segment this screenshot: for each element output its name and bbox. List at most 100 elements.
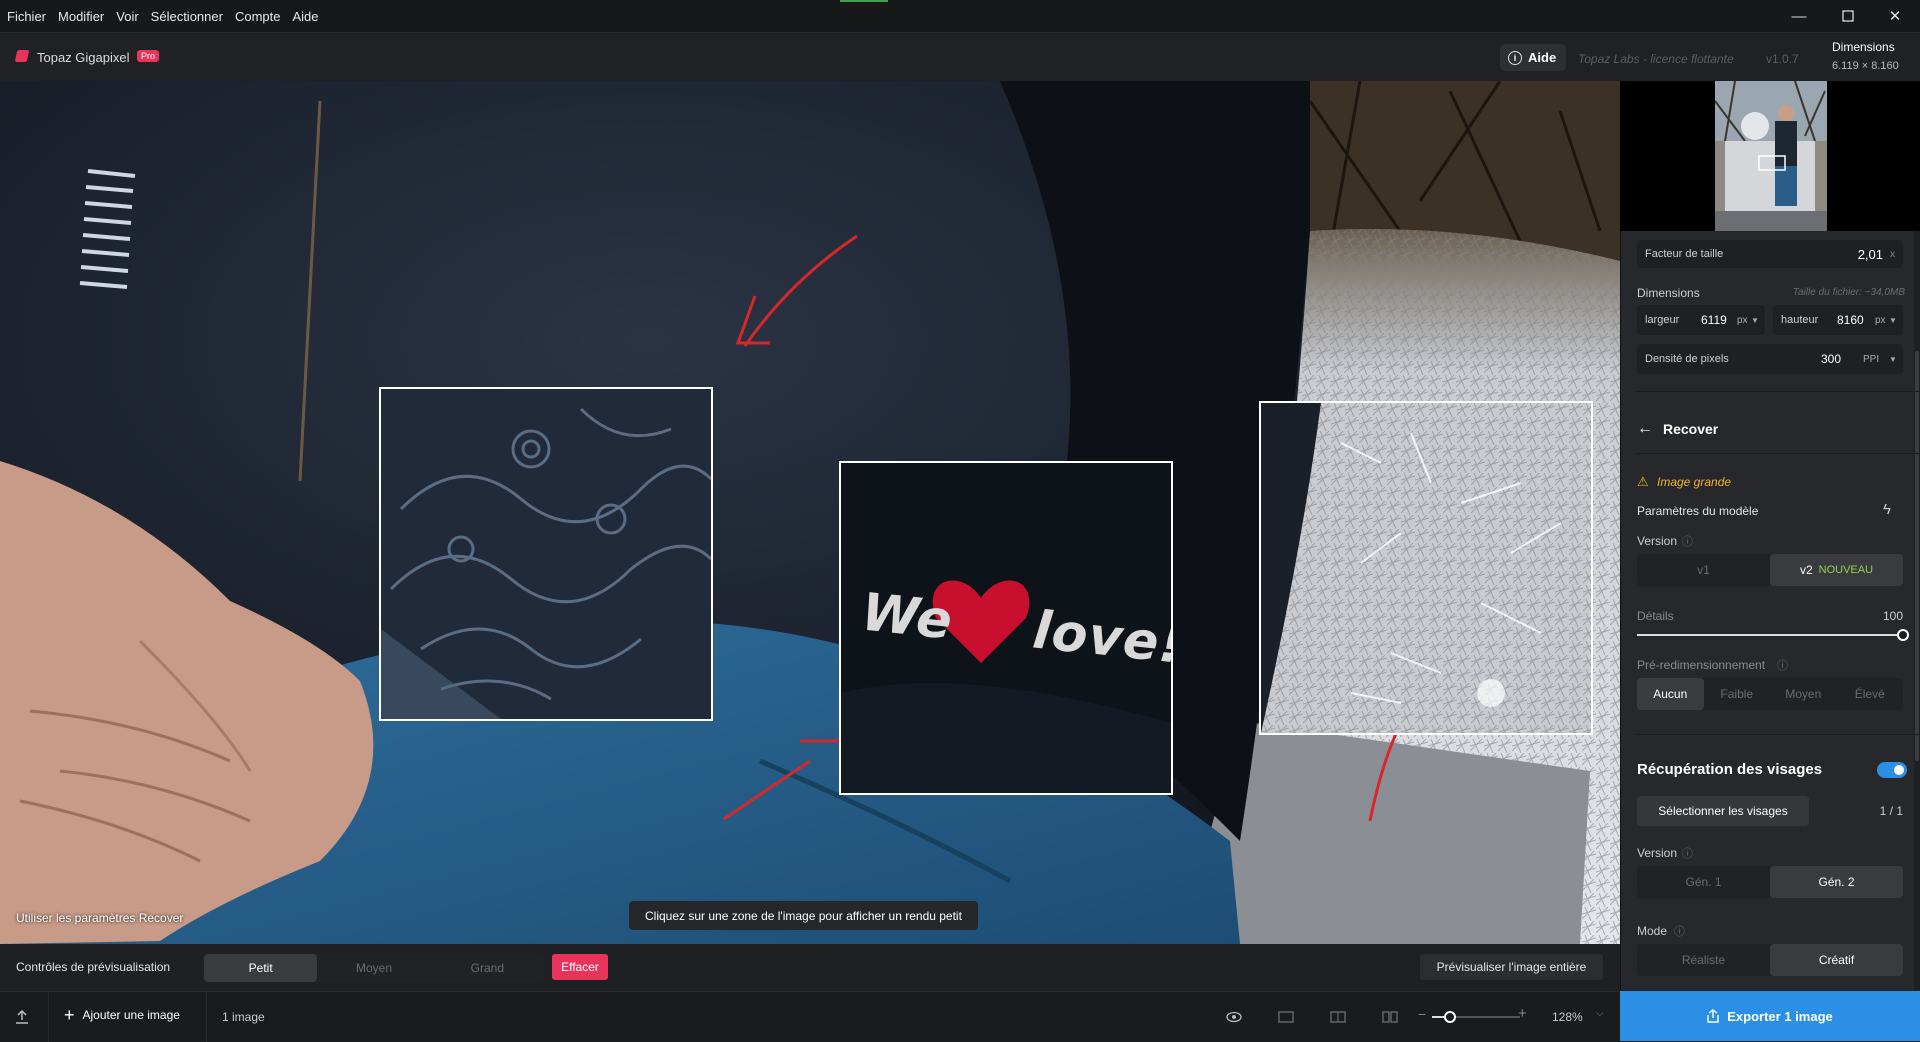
face-gen2[interactable]: Gén. 2: [1770, 866, 1903, 898]
version-v2[interactable]: v2 NOUVEAU: [1770, 554, 1903, 586]
width-value[interactable]: 6119: [1701, 313, 1727, 327]
topaz-logo-icon: [14, 50, 30, 62]
scale-factor-field[interactable]: Facteur de taille 2,01 x: [1637, 240, 1903, 268]
export-button[interactable]: Exporter 1 image: [1620, 991, 1920, 1041]
export-icon: [1707, 1009, 1719, 1023]
width-label: largeur: [1645, 314, 1680, 326]
close-icon[interactable]: ✕: [1872, 0, 1918, 32]
preresize-toggle: Aucun Faible Moyen Élevé: [1637, 678, 1903, 710]
version-v1[interactable]: v1: [1637, 554, 1770, 586]
model-params-label: Paramètres du modèle: [1637, 504, 1759, 518]
density-value[interactable]: 300: [1821, 352, 1841, 366]
export-label: Exporter 1 image: [1727, 1008, 1833, 1024]
select-faces-button[interactable]: Sélectionner les visages: [1637, 796, 1809, 826]
eye-icon[interactable]: [1222, 1007, 1246, 1027]
license-text: Topaz Labs - licence flottante: [1578, 52, 1734, 66]
tinsel-patch: [1261, 403, 1591, 733]
details-value: 100: [1882, 609, 1903, 623]
minimize-icon[interactable]: —: [1776, 0, 1822, 32]
recover-params-label[interactable]: Utiliser les paramètres Recover: [16, 911, 183, 925]
preview-size-grand[interactable]: Grand: [431, 954, 544, 982]
menu-aide[interactable]: Aide: [286, 9, 324, 24]
preview-whole-image-button[interactable]: Prévisualiser l'image entière: [1420, 954, 1603, 980]
navigator-thumbnail[interactable]: [1620, 81, 1920, 231]
height-value[interactable]: 8160: [1837, 313, 1864, 327]
face-version-info-icon[interactable]: ⓘ: [1682, 845, 1693, 861]
density-chevron-icon[interactable]: ▼: [1889, 355, 1897, 364]
width-unit[interactable]: px: [1737, 315, 1748, 326]
version-info-icon[interactable]: ⓘ: [1682, 533, 1693, 549]
clear-button[interactable]: Effacer: [552, 954, 608, 980]
menu-bar: Fichier Modifier Voir Sélectionner Compt…: [0, 0, 1920, 32]
model-version-toggle: v1 v2 NOUVEAU: [1637, 554, 1903, 586]
mode-info-icon[interactable]: ⓘ: [1674, 923, 1685, 939]
version-text: v1.0.7: [1766, 52, 1799, 66]
file-size: Taille du fichier: ~34,0MB: [1792, 287, 1905, 298]
preview-size-moyen[interactable]: Moyen: [317, 954, 430, 982]
warning-icon: ⚠: [1637, 474, 1649, 489]
zoom-in-icon[interactable]: +: [1518, 1005, 1527, 1022]
add-image-button[interactable]: + Ajouter une image: [64, 1006, 180, 1024]
separator: [1637, 734, 1920, 735]
mode-creatif[interactable]: Créatif: [1770, 944, 1903, 976]
width-unit-chevron-icon[interactable]: ▼: [1751, 316, 1759, 325]
new-badge: NOUVEAU: [1818, 564, 1874, 576]
maximize-icon[interactable]: [1825, 0, 1871, 32]
scale-value[interactable]: 2,01: [1858, 247, 1883, 262]
preview-patch-3[interactable]: [1259, 401, 1593, 735]
details-slider-handle[interactable]: [1897, 629, 1909, 641]
menu-fichier[interactable]: Fichier: [0, 9, 52, 24]
preview-patch-1[interactable]: [379, 387, 713, 721]
upload-icon[interactable]: [12, 1007, 32, 1027]
height-field[interactable]: hauteur 8160 px ▼: [1773, 305, 1903, 335]
details-slider-track[interactable]: [1637, 629, 1909, 641]
pro-badge: Pro: [137, 50, 160, 62]
zoom-level[interactable]: 128%: [1552, 1010, 1583, 1024]
dimensions-label: Dimensions: [1637, 286, 1700, 300]
version-label: Version: [1637, 534, 1678, 548]
thumbnail-image[interactable]: [1715, 81, 1827, 231]
activity-indicator: [840, 0, 888, 2]
preview-size-petit[interactable]: Petit: [204, 954, 318, 982]
split-view-icon[interactable]: [1326, 1007, 1350, 1027]
preresize-moyen[interactable]: Moyen: [1770, 678, 1837, 710]
menu-selectionner[interactable]: Sélectionner: [145, 9, 229, 24]
help-label: Aide: [1528, 50, 1557, 65]
preview-controls-bar: Contrôles de prévisualisation Petit Moye…: [0, 944, 1620, 991]
select-faces-label: Sélectionner les visages: [1658, 804, 1788, 818]
height-unit-chevron-icon[interactable]: ▼: [1889, 316, 1897, 325]
warning-text: Image grande: [1657, 475, 1732, 489]
height-unit[interactable]: px: [1875, 315, 1886, 326]
help-button[interactable]: i Aide: [1500, 44, 1566, 71]
preresize-eleve[interactable]: Élevé: [1837, 678, 1904, 710]
hint-text: Cliquez sur une zone de l'image pour aff…: [645, 908, 962, 923]
width-field[interactable]: largeur 6119 px ▼: [1637, 305, 1765, 335]
preresize-aucun[interactable]: Aucun: [1637, 678, 1704, 710]
single-view-icon[interactable]: [1274, 1007, 1298, 1027]
zoom-slider[interactable]: [1432, 1011, 1520, 1023]
zoom-slider-handle[interactable]: [1444, 1011, 1456, 1023]
menu-modifier[interactable]: Modifier: [52, 9, 110, 24]
version-v2-label: v2: [1799, 563, 1813, 577]
preview-patch-2[interactable]: We love!!: [839, 461, 1173, 795]
side-by-side-icon[interactable]: [1378, 1007, 1402, 1027]
lightning-icon[interactable]: ϟ: [1883, 501, 1891, 518]
preresize-info-icon[interactable]: ⓘ: [1777, 657, 1788, 673]
mode-realiste[interactable]: Réaliste: [1637, 944, 1770, 976]
zoom-chevron-down-icon[interactable]: ⌵: [1596, 1008, 1604, 1019]
menu-voir[interactable]: Voir: [110, 9, 144, 24]
face-gen1[interactable]: Gén. 1: [1637, 866, 1770, 898]
mode-toggle: Réaliste Créatif: [1637, 944, 1903, 976]
density-unit[interactable]: PPI: [1863, 354, 1879, 365]
separator: [1637, 453, 1920, 454]
zoom-out-icon[interactable]: −: [1418, 1006, 1426, 1022]
face-recovery-toggle[interactable]: [1877, 762, 1907, 778]
preresize-faible[interactable]: Faible: [1704, 678, 1771, 710]
add-image-label: Ajouter une image: [82, 1008, 180, 1022]
pixel-density-field[interactable]: Densité de pixels 300 PPI ▼: [1637, 344, 1903, 374]
panel-scrollbar[interactable]: [1914, 231, 1920, 991]
app-header: Topaz Gigapixel Pro i Aide Topaz Labs - …: [0, 32, 1920, 81]
back-arrow-icon[interactable]: ←: [1637, 420, 1653, 438]
menu-compte[interactable]: Compte: [229, 9, 287, 24]
image-canvas[interactable]: We love!! Utiliser les paramètres Recove…: [0, 81, 1620, 944]
